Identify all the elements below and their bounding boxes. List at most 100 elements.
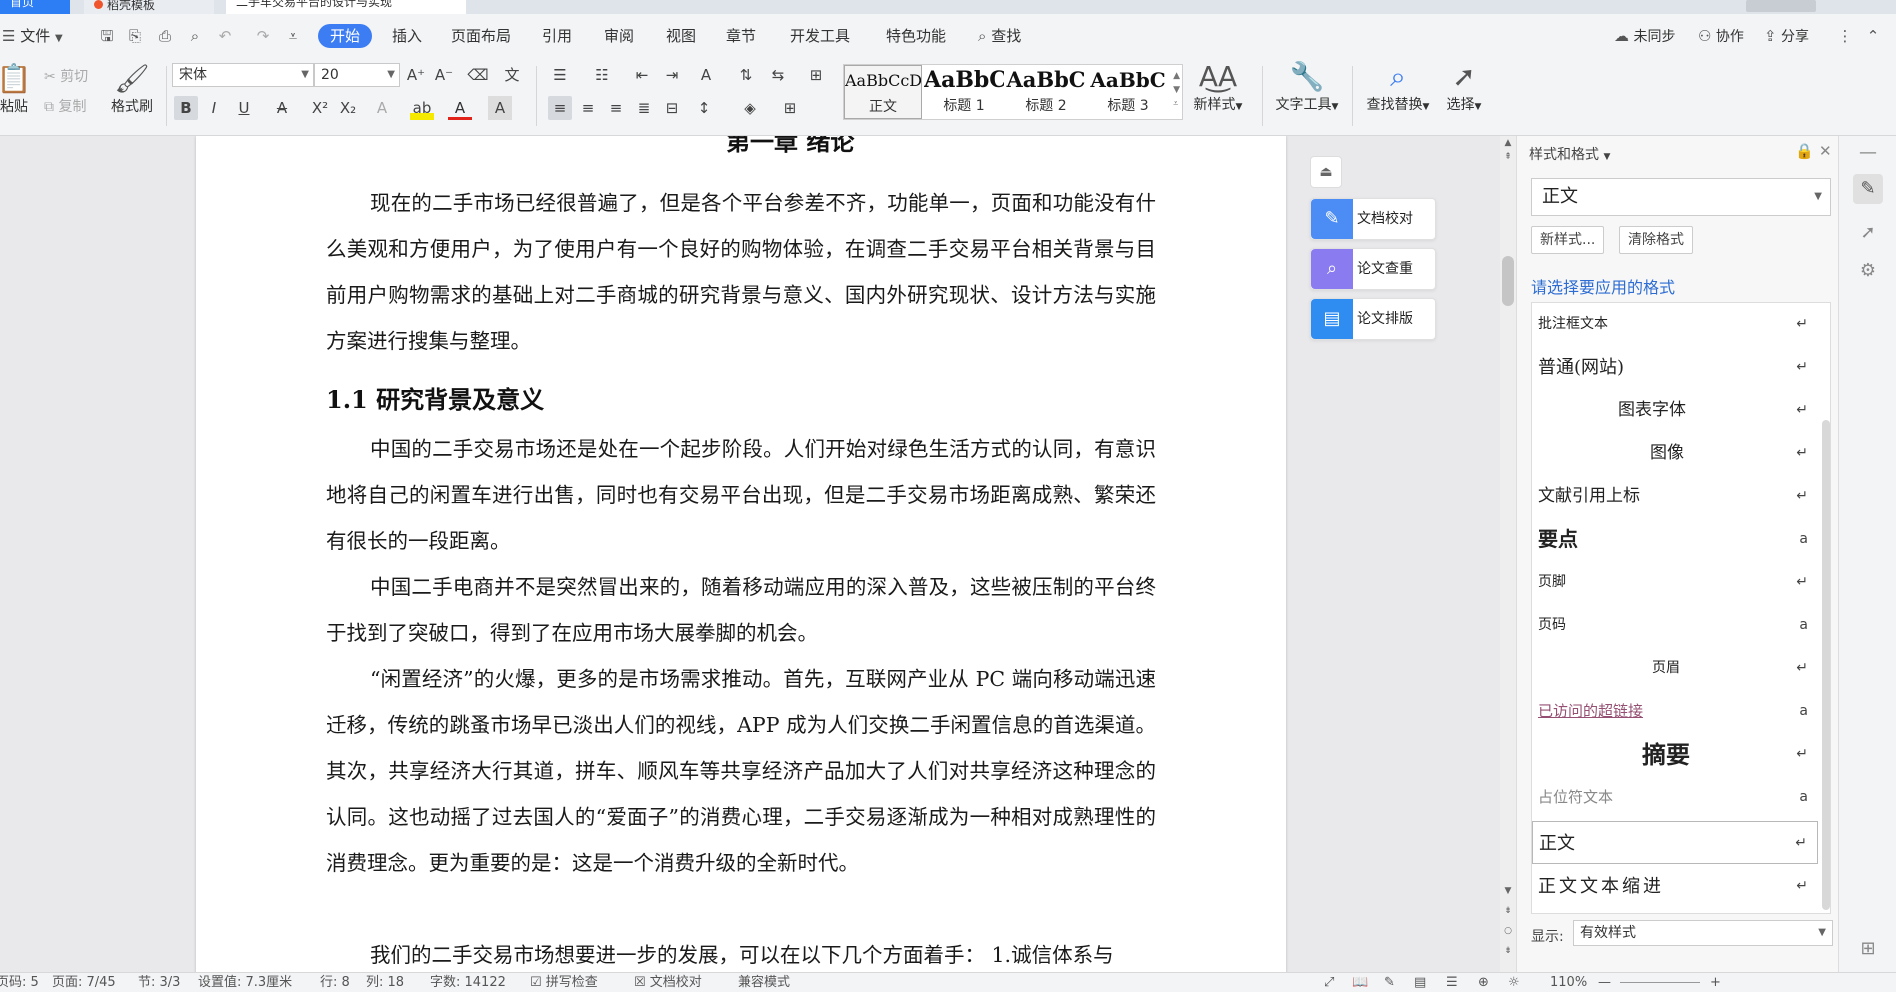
web-view-icon[interactable]: ⊕ [1478,975,1489,991]
style-item[interactable]: 页眉 ↵ [1532,647,1818,690]
tab-features[interactable]: 特色功能 [886,24,946,48]
paste-button[interactable]: 📋 粘贴 [0,62,34,116]
numbered-list-icon[interactable]: ☷ [590,63,614,87]
style-item[interactable]: 页码 a [1532,604,1818,647]
show-marks-icon[interactable]: ⇆ [766,63,790,87]
style-item-selected[interactable]: 正文 ↵ [1532,821,1818,864]
justify-icon[interactable]: ≣ [632,96,656,120]
align-center-icon[interactable]: ≡ [576,96,600,120]
customize-icon[interactable]: ⩡ [282,25,304,47]
char-shading-button[interactable]: A [488,96,512,120]
styles-pane-title[interactable]: 样式和格式 ▼ [1529,144,1610,164]
close-icon[interactable]: ✕ [1819,142,1832,160]
proofread-toggle[interactable]: ☒ 文档校对 [634,975,702,991]
format-painter-button[interactable]: 🖌 格式刷 [106,62,158,116]
page-indicator[interactable]: 页面: 7/45 [52,975,116,991]
border-icon[interactable]: ⊞ [778,96,802,120]
redo-icon[interactable]: ↷ [252,25,274,47]
copy-button[interactable]: ⧉ 复制 [44,96,86,116]
tab-review[interactable]: 审阅 [604,24,634,48]
zoom-in-icon[interactable]: + [1710,975,1721,991]
italic-button[interactable]: I [202,96,226,120]
file-menu[interactable]: ☰ 文件 ▼ [2,24,63,48]
grid-icon[interactable]: ⊞ [1853,934,1883,964]
style-item[interactable]: 批注框文本 ↵ [1532,303,1818,346]
section-heading[interactable]: 1.1 研究背景及意义 [326,380,544,415]
tab-start[interactable]: 开始 [318,24,373,48]
fullscreen-icon[interactable]: ⤢ [1324,975,1334,991]
eye-care-icon[interactable]: ☼ [1508,975,1520,991]
current-style-select[interactable]: 正文 ▼ [1531,178,1831,216]
proofread-button[interactable]: ✎ 文档校对 [1310,198,1436,240]
edit-mode-icon[interactable]: ✎ [1384,975,1395,991]
style-list-scrollbar[interactable] [1822,420,1830,910]
paragraph[interactable]: 现在的二手市场已经很普遍了，但是各个平台参差不齐，功能单一，页面和功能没有什么美… [326,180,1156,364]
paragraph[interactable]: 中国的二手交易市场还是处在一个起步阶段。人们开始对绿色生活方式的认同，有意识地将… [326,426,1156,564]
underline-button[interactable]: U [232,96,256,120]
sync-button[interactable]: ☁ 未同步 [1614,24,1675,48]
new-style-pane-button[interactable]: 新样式... [1531,226,1605,254]
style-heading-2[interactable]: AaBbC 标题 2 [1006,65,1086,119]
strikethrough-button[interactable]: A [270,96,294,120]
clear-format-button[interactable]: 清除格式 [1619,226,1693,254]
text-effect-button[interactable]: A [370,96,394,120]
gallery-scroll-icon[interactable]: ▲ ▼ ⩡ [1173,69,1180,111]
style-item[interactable]: 图像 ↵ [1532,432,1818,475]
style-item[interactable]: 图表字体 ↵ [1532,389,1818,432]
style-item[interactable]: 摘要 ↵ [1532,733,1818,776]
tab-reference[interactable]: 引用 [542,24,572,48]
collapse-tools-icon[interactable]: ⏏ [1310,156,1342,188]
cut-button[interactable]: ✂ 剪切 [44,66,88,86]
style-item[interactable]: 要点 a [1532,518,1818,561]
bullet-list-icon[interactable]: ☰ [548,63,572,87]
subscript-button[interactable]: X₂ [336,96,360,120]
tab-layout[interactable]: 页面布局 [451,24,511,48]
page-view-icon[interactable]: ▤ [1414,975,1426,991]
style-heading-1[interactable]: AaBbC 标题 1 [924,65,1004,119]
zoom-level[interactable]: 110% [1550,975,1587,991]
style-item[interactable]: 已访问的超链接 a [1532,690,1818,733]
table-icon[interactable]: ⊞ [804,63,828,87]
select-browse-icon[interactable]: ○ [1500,926,1516,936]
tab-chapter[interactable]: 章节 [726,24,756,48]
style-item[interactable]: 文献引用上标 ↵ [1532,475,1818,518]
paragraph[interactable]: “闲置经济”的火爆，更多的是市场需求推动。首先，互联网产业从 PC 端向移动端迅… [326,656,1156,886]
plagiarism-check-button[interactable]: ⌕ 论文查重 [1310,248,1436,290]
spell-check-toggle[interactable]: ☑ 拼写检查 [530,975,598,991]
select-button[interactable]: ➚ 选择▼ [1440,60,1488,114]
scroll-top-icon[interactable]: ⇞ [1500,152,1516,162]
settings-icon[interactable]: ⚙ [1853,256,1883,286]
grow-font-icon[interactable]: A⁺ [404,63,428,87]
style-item[interactable]: 占位符文本 a [1532,776,1818,819]
save-icon[interactable]: 🖫 [96,25,118,47]
line-spacing-icon[interactable]: ↕ [692,96,716,120]
style-heading-3[interactable]: AaBbC 标题 3 [1088,65,1168,119]
align-left-icon[interactable]: ≡ [548,96,572,120]
distribute-icon[interactable]: ⊟ [660,96,684,120]
outline-view-icon[interactable]: ☰ [1446,975,1458,991]
pinyin-icon[interactable]: 文 [500,63,524,87]
font-size-select[interactable]: 20 ▼ [314,63,400,87]
word-count[interactable]: 字数: 14122 [430,975,506,991]
clear-format-icon[interactable]: ⌫ [466,63,490,87]
prev-page-icon[interactable]: ⇟ [1500,906,1516,916]
collapse-ribbon-icon[interactable]: ⌃ [1862,25,1884,47]
tab-docer[interactable]: 稻壳模板 [84,0,214,14]
new-style-button[interactable]: A͜A 新样式▼ [1188,60,1248,114]
tab-document[interactable]: 二手车交易平台的设计与实现 [226,0,466,14]
search-button[interactable]: ⌕ 查找 [978,24,1021,48]
select-cursor-icon[interactable]: ➚ [1853,218,1883,248]
share-button[interactable]: ⇪ 分享 [1764,24,1809,48]
output-icon[interactable]: ⎘ [124,25,146,47]
style-normal[interactable]: AaBbCcDd 正文 [844,65,922,119]
collab-button[interactable]: ⚇ 协作 [1698,24,1744,48]
tab-home[interactable]: 首页 [0,0,70,14]
style-pen-icon[interactable]: ✎ [1853,174,1883,204]
tab-developer[interactable]: 开发工具 [790,24,850,48]
paragraph[interactable]: 我们的二手交易市场想要进一步的发展，可以在以下几个方面着手： 1.诚信体系与 [326,932,1156,972]
bold-button[interactable]: B [174,96,198,120]
account-badge[interactable] [1746,0,1816,12]
document-page[interactable]: 第一章 绪论 现在的二手市场已经很普遍了，但是各个平台参差不齐，功能单一，页面和… [196,136,1286,972]
font-color-button[interactable]: A [448,96,472,120]
more-icon[interactable]: ⋮ [1834,25,1856,47]
